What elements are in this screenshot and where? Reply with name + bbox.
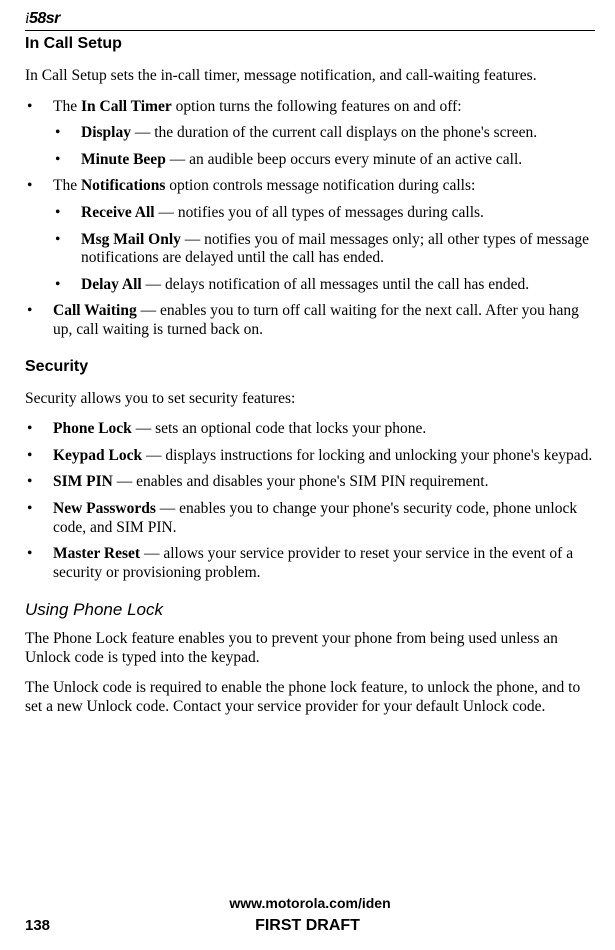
bold-term: Notifications: [81, 177, 165, 194]
incall-list: The In Call Timer option turns the follo…: [25, 98, 595, 340]
text: — sets an optional code that locks your …: [132, 420, 426, 437]
text: The: [53, 177, 81, 194]
bold-term: New Passwords: [53, 500, 156, 517]
footer-url: www.motorola.com/iden: [25, 895, 595, 911]
text: The: [53, 98, 81, 115]
header-logo: i58sr: [25, 10, 595, 28]
bold-term: Display: [81, 124, 131, 141]
text: — delays notification of all messages un…: [142, 276, 529, 293]
bold-term: In Call Timer: [81, 98, 172, 115]
bold-term: Minute Beep: [81, 151, 166, 168]
text: — an audible beep occurs every minute of…: [166, 151, 522, 168]
bold-term: Call Waiting: [53, 302, 137, 319]
text: — enables and disables your phone's SIM …: [113, 473, 489, 490]
bold-term: Master Reset: [53, 545, 140, 562]
bold-term: Keypad Lock: [53, 447, 142, 464]
bold-term: Delay All: [81, 276, 142, 293]
list-item: Display — the duration of the current ca…: [53, 124, 595, 143]
list-item: Receive All — notifies you of all types …: [53, 204, 595, 223]
text: — the duration of the current call displ…: [131, 124, 537, 141]
section-heading-incall: In Call Setup: [25, 35, 595, 53]
footer-row: 138 FIRST DRAFT: [25, 917, 595, 935]
list-item: New Passwords — enables you to change yo…: [25, 500, 595, 537]
bold-term: Receive All: [81, 204, 155, 221]
text: — displays instructions for locking and …: [142, 447, 592, 464]
subsection-heading-phonelock: Using Phone Lock: [25, 600, 595, 620]
section-heading-security: Security: [25, 358, 595, 376]
header-rule: [25, 30, 595, 31]
list-item: Keypad Lock — displays instructions for …: [25, 447, 595, 466]
list-item: Msg Mail Only — notifies you of mail mes…: [53, 231, 595, 268]
footer: www.motorola.com/iden 138 FIRST DRAFT: [25, 895, 595, 935]
text: option controls message notification dur…: [165, 177, 475, 194]
text: — notifies you of all types of messages …: [155, 204, 484, 221]
phonelock-para1: The Phone Lock feature enables you to pr…: [25, 630, 595, 667]
list-item: SIM PIN — enables and disables your phon…: [25, 473, 595, 492]
list-item: Master Reset — allows your service provi…: [25, 545, 595, 582]
list-item: The In Call Timer option turns the follo…: [25, 98, 595, 170]
list-item: Call Waiting — enables you to turn off c…: [25, 302, 595, 339]
phonelock-para2: The Unlock code is required to enable th…: [25, 679, 595, 716]
page-number: 138: [25, 917, 50, 934]
draft-label: FIRST DRAFT: [50, 917, 565, 935]
security-list: Phone Lock — sets an optional code that …: [25, 420, 595, 582]
list-item: The Notifications option controls messag…: [25, 177, 595, 294]
list-item: Delay All — delays notification of all m…: [53, 276, 595, 295]
bold-term: Msg Mail Only: [81, 231, 181, 248]
sublist: Display — the duration of the current ca…: [53, 124, 595, 169]
list-item: Phone Lock — sets an optional code that …: [25, 420, 595, 439]
security-intro: Security allows you to set security feat…: [25, 390, 595, 409]
incall-intro: In Call Setup sets the in-call timer, me…: [25, 67, 595, 86]
text: option turns the following features on a…: [172, 98, 462, 115]
bold-term: Phone Lock: [53, 420, 132, 437]
sublist: Receive All — notifies you of all types …: [53, 204, 595, 294]
bold-term: SIM PIN: [53, 473, 113, 490]
list-item: Minute Beep — an audible beep occurs eve…: [53, 151, 595, 170]
